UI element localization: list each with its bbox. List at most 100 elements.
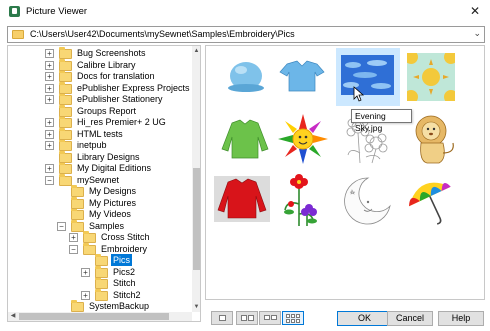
path-text: C:\Users\User42\Documents\mySewnet\Sampl…: [30, 29, 295, 39]
single-view-icon: [219, 315, 226, 321]
h-scrollbar-thumb[interactable]: [19, 313, 169, 320]
tree-item[interactable]: + Cross Stitch: [8, 231, 191, 244]
folder-icon: [59, 70, 72, 82]
expand-icon[interactable]: +: [45, 83, 54, 93]
vertical-scrollbar[interactable]: ▲ ▼: [192, 46, 200, 312]
flowers-image: [284, 174, 317, 226]
title-bar: Picture Viewer ✕: [0, 0, 490, 24]
folder-tree[interactable]: Outlook FilesSystemBackup+Stitch2Stitch+…: [7, 45, 201, 322]
view-medium-button[interactable]: [236, 311, 258, 325]
grid-view-icon-part: [296, 319, 300, 323]
scrollbar-thumb[interactable]: [193, 168, 200, 270]
view-grid-button[interactable]: [282, 311, 304, 325]
scroll-up-arrow[interactable]: ▲: [192, 46, 200, 56]
tree-item[interactable]: Stitch: [8, 277, 191, 290]
tree-item[interactable]: − Embroidery: [8, 242, 191, 256]
two-view-icon: [241, 315, 247, 321]
moon-thumbnail[interactable]: [336, 172, 400, 230]
tree-item-label: Docs for translation: [77, 71, 155, 81]
tree-item[interactable]: Pics: [8, 254, 191, 267]
tree-item[interactable]: My Designs: [8, 185, 191, 198]
tree-item[interactable]: + Bug Screenshots: [8, 47, 191, 60]
tree-item[interactable]: + ePublisher Express Projects: [8, 81, 191, 95]
tree-item-label: Hi_res Premier+ 2 UG: [77, 117, 166, 127]
tree-item-label: My Videos: [89, 209, 131, 219]
expand-icon[interactable]: +: [45, 141, 54, 150]
expand-icon[interactable]: +: [81, 267, 90, 277]
collapse-icon[interactable]: −: [45, 175, 54, 185]
colorful-sun-thumbnail[interactable]: [271, 111, 335, 169]
tree-item-label: ePublisher Stationery: [77, 94, 163, 104]
tree-item[interactable]: + inetpub: [8, 139, 191, 152]
folder-icon: [59, 47, 72, 59]
expand-icon[interactable]: +: [45, 60, 54, 70]
collapse-icon[interactable]: −: [69, 244, 78, 254]
filename-tooltip: Evening Sky.jpg: [351, 109, 412, 133]
grid-view-icon-part: [286, 319, 290, 323]
tree-item[interactable]: − Samples: [8, 219, 191, 233]
green-sweater-thumbnail[interactable]: [214, 111, 278, 169]
tree-item[interactable]: Library Designs: [8, 150, 191, 164]
tree-item[interactable]: My Videos: [8, 208, 191, 221]
path-combobox[interactable]: C:\Users\User42\Documents\mySewnet\Sampl…: [7, 26, 485, 43]
polo-shirt-thumbnail[interactable]: [271, 48, 335, 106]
scroll-left-arrow[interactable]: ◀: [8, 312, 18, 321]
tree-item[interactable]: + ePublisher Stationery: [8, 93, 191, 106]
ok-button[interactable]: OK: [337, 311, 392, 326]
expand-icon[interactable]: +: [45, 72, 54, 81]
folder-icon: [59, 58, 72, 71]
tree-item[interactable]: + Hi_res Premier+ 2 UG: [8, 116, 191, 129]
red-sweater-thumbnail[interactable]: [214, 172, 278, 230]
expand-icon[interactable]: +: [45, 118, 54, 127]
folder-icon: [59, 139, 72, 151]
evening-sky-thumbnail[interactable]: [336, 48, 400, 106]
umbrella-thumbnail[interactable]: [401, 172, 465, 230]
grid-view-icon-part: [291, 319, 295, 323]
umbrella-image: [409, 182, 451, 225]
tree-item[interactable]: + Calibre Library: [8, 58, 191, 72]
folder-icon: [71, 196, 84, 209]
moon-image: [344, 177, 391, 225]
tree-item[interactable]: My Pictures: [8, 196, 191, 210]
help-button[interactable]: Help: [438, 311, 484, 326]
tree-item[interactable]: + Docs for translation: [8, 70, 191, 83]
tree-item[interactable]: + Stitch2: [8, 288, 191, 302]
view-large-button[interactable]: [211, 311, 233, 325]
tree-item[interactable]: − mySewnet: [8, 173, 191, 187]
three-view-icon-part: [271, 315, 277, 320]
grid-view-icon: [286, 314, 290, 318]
folder-icon: [71, 300, 84, 312]
tree-item[interactable]: + My Digital Editions: [8, 162, 191, 175]
tree-item-label: ePublisher Express Projects: [77, 82, 190, 93]
cancel-button[interactable]: Cancel: [387, 311, 433, 326]
expand-icon[interactable]: +: [45, 164, 54, 173]
collapse-icon[interactable]: −: [57, 221, 66, 231]
expand-icon[interactable]: +: [45, 95, 54, 104]
scroll-down-arrow[interactable]: ▼: [192, 302, 200, 312]
view-small-button[interactable]: [259, 311, 281, 325]
cap-thumbnail[interactable]: [214, 48, 278, 106]
expand-icon[interactable]: +: [45, 49, 54, 58]
chevron-down-icon[interactable]: ⌄: [473, 28, 481, 39]
tree-item-label: My Pictures: [89, 197, 137, 208]
flowers-thumbnail[interactable]: [271, 172, 335, 230]
expand-icon[interactable]: +: [81, 290, 90, 300]
expand-icon[interactable]: +: [45, 129, 54, 139]
tree-item-label: Pics2: [113, 266, 136, 277]
tree-item[interactable]: + HTML tests: [8, 127, 191, 141]
grid-view-icon-part: [296, 314, 300, 318]
expand-icon[interactable]: +: [69, 233, 78, 242]
folder-icon: [95, 277, 108, 289]
close-button[interactable]: ✕: [468, 4, 482, 18]
tree-item-label: Calibre Library: [77, 59, 136, 70]
tree-item[interactable]: Groups Report: [8, 104, 191, 118]
folder-icon: [83, 242, 96, 255]
tree-item[interactable]: + Pics2: [8, 265, 191, 279]
folder-icon: [59, 104, 72, 117]
folder-icon: [95, 288, 108, 301]
horizontal-scrollbar[interactable]: ◀: [8, 312, 192, 321]
thumbnail-grid[interactable]: [205, 45, 485, 300]
sun-tile-thumbnail[interactable]: [401, 48, 465, 106]
grid-view-icon-part: [291, 314, 295, 318]
folder-icon: [59, 116, 72, 128]
